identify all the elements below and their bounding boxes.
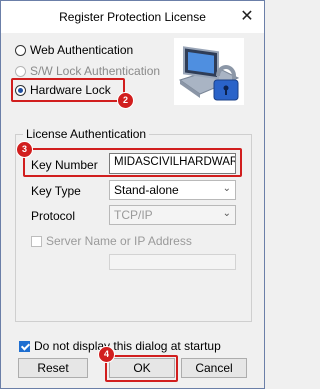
group-title: License Authentication [23,127,150,141]
title-bar: Register Protection License ✕ [1,1,264,33]
license-lock-icon [174,38,244,105]
window-title: Register Protection License [59,10,206,24]
key-type-label: Key Type [31,184,81,198]
server-address-input[interactable] [109,254,236,270]
protocol-select[interactable]: TCP/IP ⌄ [109,205,236,225]
key-type-select[interactable]: Stand-alone ⌄ [109,180,236,200]
reset-button[interactable]: Reset [18,358,88,378]
chevron-down-icon: ⌄ [222,208,231,219]
cancel-button[interactable]: Cancel [181,358,247,378]
ok-highlight [105,355,178,382]
radio-indicator [15,65,26,77]
radio-label: Web Authentication [30,43,134,57]
dont-display-label: Do not display this dialog at startup [34,339,221,353]
step-badge-3: 3 [16,141,33,158]
protocol-label: Protocol [31,209,76,223]
register-protection-license-dialog: Register Protection License ✕ Web Authen… [0,0,265,389]
chevron-down-icon: ⌄ [222,183,231,194]
radio-sw-lock-authentication[interactable]: S/W Lock Authentication [15,63,160,79]
key-type-value: Stand-alone [114,183,179,197]
radio-label: S/W Lock Authentication [30,64,161,78]
radio-indicator [15,44,26,56]
close-icon[interactable]: ✕ [236,6,258,28]
checkbox-indicator [19,340,30,352]
checkbox-indicator [31,235,42,247]
radio-web-authentication[interactable]: Web Authentication [15,42,133,58]
key-number-highlight [23,148,242,177]
server-name-label: Server Name or IP Address [46,234,192,248]
server-name-checkbox[interactable]: Server Name or IP Address [31,234,192,248]
protocol-value: TCP/IP [114,208,153,222]
step-badge-2: 2 [117,92,134,109]
step-badge-4: 4 [98,346,115,363]
hardware-lock-highlight [11,78,125,102]
dont-display-checkbox[interactable]: Do not display this dialog at startup [19,339,221,353]
